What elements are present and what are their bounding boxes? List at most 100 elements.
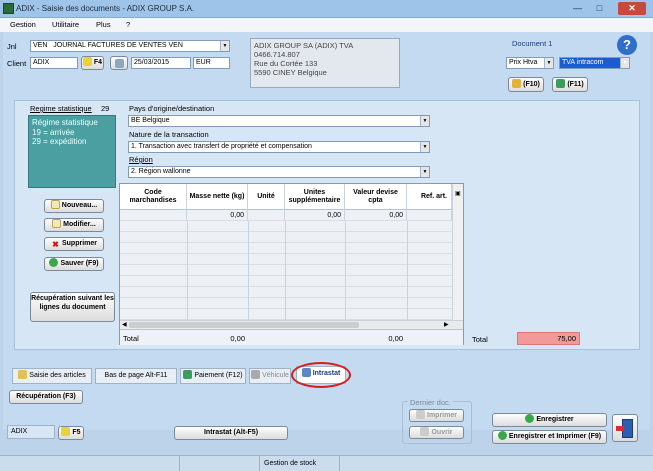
grid-empty-rows [120, 221, 452, 320]
exit-button[interactable] [612, 414, 638, 442]
hscroll-thumb[interactable] [129, 322, 359, 328]
menu-utilitaire[interactable]: Utilitaire [52, 20, 79, 29]
ouvrir-label: Ouvrir [431, 429, 453, 436]
price-type-value: Prix Htva [509, 59, 538, 66]
total-label: Total [472, 335, 488, 344]
chevron-down-icon[interactable]: ▼ [420, 116, 429, 126]
grid-cell[interactable]: 0,00 [345, 210, 407, 221]
grid-cell[interactable] [407, 210, 452, 221]
grid-hscrollbar[interactable]: ◀ ▶ [120, 320, 463, 329]
col-masse-nette[interactable]: Masse nette (kg) [187, 184, 248, 210]
intrastat-grid[interactable]: Code marchandises Masse nette (kg) Unité… [119, 183, 464, 345]
nouveau-label: Nouveau... [61, 202, 98, 209]
regime-help-box: Régime statistique 19 = arrivée 29 = exp… [28, 115, 116, 188]
lookup-icon [61, 427, 71, 436]
enregistrer-button[interactable]: Enregistrer [492, 413, 607, 427]
currency-field[interactable]: EUR [193, 57, 230, 69]
client-code-field[interactable]: ADIX [30, 57, 78, 69]
vat-type-value: TVA intracom [562, 59, 604, 66]
date-field[interactable]: 25/03/2015 [131, 57, 191, 69]
f11-button[interactable]: (F11) [552, 77, 588, 92]
tab-paiement[interactable]: Paiement (F12) [180, 368, 246, 384]
delete-icon: ✖ [52, 240, 59, 249]
col-unite[interactable]: Unité [248, 184, 285, 210]
person-icon [115, 59, 124, 68]
printer-icon [416, 410, 426, 419]
save-icon [525, 414, 535, 423]
journal-select[interactable]: VEN JOURNAL FACTURES DE VENTES VEN ▼ [30, 40, 230, 52]
menu-plus[interactable]: Plus [96, 20, 111, 29]
modifier-label: Modifier... [63, 221, 96, 228]
f5-button[interactable]: F5 [58, 426, 84, 440]
tab-label: Véhicule [262, 372, 289, 379]
address-line-3: Rue du Cortée 133 [254, 59, 318, 68]
grid-col-divider [187, 221, 188, 320]
sauver-button[interactable]: Sauver (F9) [44, 257, 104, 271]
grid-cell[interactable] [248, 210, 285, 221]
col-code-marchandises[interactable]: Code marchandises [120, 184, 187, 210]
trash-icon[interactable]: ▣ [455, 190, 461, 197]
regime-value[interactable]: 29 [101, 104, 109, 113]
tab-bas-de-page[interactable]: Bas de page Alt-F11 [95, 368, 177, 384]
scroll-right-icon[interactable]: ▶ [444, 321, 449, 328]
jnl-code: VEN [33, 42, 48, 49]
pays-select[interactable]: BE Belgique ▼ [128, 115, 430, 127]
grid-cell[interactable]: 0,00 [285, 210, 345, 221]
close-icon[interactable]: ✕ [618, 2, 646, 15]
grid-col-divider [248, 221, 249, 320]
chevron-down-icon[interactable]: ▼ [544, 58, 553, 68]
f4-lookup-button[interactable]: F4 [81, 56, 104, 70]
imprimer-button[interactable]: Imprimer [409, 409, 464, 422]
client-address-box: ADIX GROUP SA (ADIX) TVA 0466.714.807 Ru… [250, 38, 400, 88]
grid-cell[interactable]: 0,00 [187, 210, 248, 221]
intrastat-alt-f5-button[interactable]: Intrastat (Alt-F5) [174, 426, 288, 440]
grid-cell[interactable] [120, 210, 187, 221]
recuperation-button[interactable]: Récupération (F3) [9, 390, 83, 404]
col-unites-supplementaire[interactable]: Unites supplémentaire [285, 184, 345, 210]
grid-col-divider [407, 221, 408, 320]
chevron-down-icon[interactable]: ▼ [220, 41, 229, 51]
chevron-down-icon[interactable]: ▼ [620, 58, 629, 68]
f10-button[interactable]: (F10) [508, 77, 544, 92]
supprimer-button[interactable]: ✖ Supprimer [44, 237, 104, 251]
menu-help[interactable]: ? [126, 20, 130, 29]
total-value: 75,00 [517, 332, 580, 345]
grid-total-masse: 0,00 [230, 334, 245, 343]
jnl-label: Jnl [7, 42, 17, 51]
col-valeur-devise[interactable]: Valeur devise cpta [345, 184, 407, 210]
new-icon [50, 200, 60, 209]
f5-label: F5 [72, 429, 81, 436]
ouvrir-button[interactable]: Ouvrir [409, 426, 464, 439]
minimize-icon[interactable]: — [568, 2, 587, 15]
region-select[interactable]: 2. Région wallonne ▼ [128, 166, 430, 178]
edit-icon [52, 219, 62, 228]
tab-vehicule[interactable]: Véhicule [249, 368, 291, 384]
enregistrer-label: Enregistrer [536, 416, 574, 423]
exit-arrow-icon [616, 426, 624, 431]
nouveau-button[interactable]: Nouveau... [44, 199, 104, 213]
pays-value: BE Belgique [131, 117, 170, 124]
note-icon [512, 79, 522, 88]
regime-label: Regime statistique [30, 104, 92, 113]
vat-type-select[interactable]: TVA intracom ▼ [559, 57, 630, 69]
supprimer-label: Supprimer [61, 240, 97, 247]
menu-gestion[interactable]: Gestion [10, 20, 36, 29]
nature-select[interactable]: 1. Transaction avec transfert de proprié… [128, 141, 430, 153]
address-line-2: 0466.714.807 [254, 50, 300, 59]
recuperation-lignes-button[interactable]: Récupération suivant les lignes du docum… [30, 292, 115, 322]
menu-bar: Gestion Utilitaire Plus ? [0, 18, 653, 32]
maximize-icon[interactable]: □ [590, 2, 609, 15]
tab-saisie-articles[interactable]: Saisie des articles [12, 368, 92, 384]
price-type-select[interactable]: Prix Htva ▼ [506, 57, 554, 69]
col-ref-art[interactable]: Ref. art. [407, 184, 452, 210]
enregistrer-imprimer-button[interactable]: Enregistrer et Imprimer (F9) [492, 430, 607, 444]
scroll-left-icon[interactable]: ◀ [122, 321, 127, 328]
client-card-button[interactable] [110, 56, 128, 70]
help-icon[interactable]: ? [617, 35, 637, 55]
chevron-down-icon[interactable]: ▼ [420, 142, 429, 152]
grid-vscrollbar[interactable]: ▣ [452, 184, 463, 320]
tab-label: Saisie des articles [29, 372, 86, 379]
chevron-down-icon[interactable]: ▼ [420, 167, 429, 177]
modifier-button[interactable]: Modifier... [44, 218, 104, 232]
status-cell-4 [340, 456, 653, 471]
